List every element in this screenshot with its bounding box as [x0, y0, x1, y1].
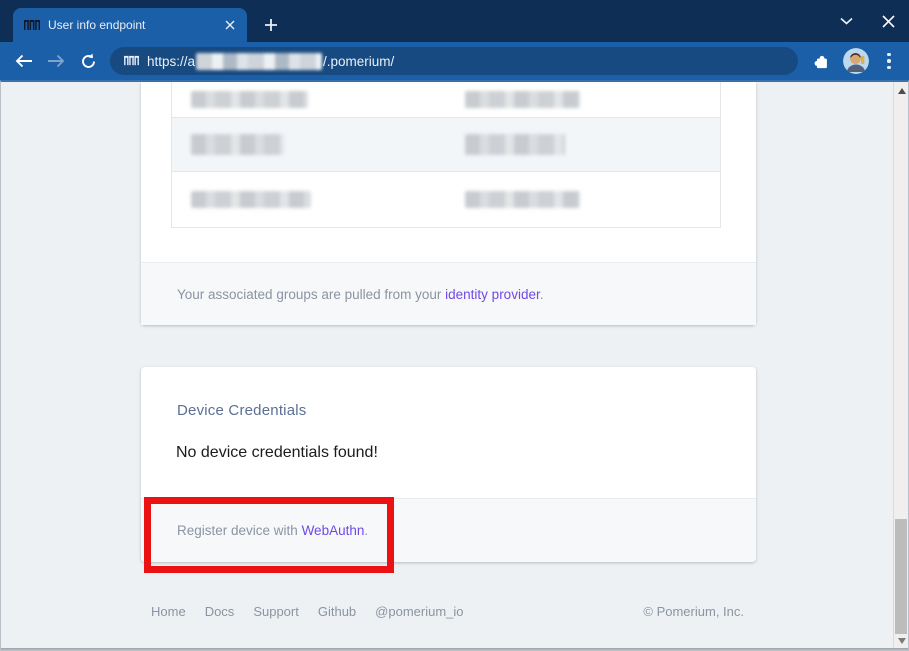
url-text: https://a/.pomerium/	[147, 53, 394, 70]
footer-link-twitter[interactable]: @pomerium_io	[375, 604, 463, 619]
device-card-message: No device credentials found!	[141, 419, 756, 462]
table-row	[172, 118, 720, 172]
kebab-menu-icon[interactable]	[881, 51, 897, 71]
redacted-cell	[191, 191, 311, 208]
redacted-cell	[191, 91, 308, 108]
browser-toolbar: https://a/.pomerium/	[0, 42, 909, 80]
table-row	[172, 172, 720, 227]
card-body-spacer	[141, 228, 756, 262]
profile-avatar[interactable]	[843, 48, 869, 74]
table-cell	[446, 134, 720, 155]
pomerium-favicon-icon	[124, 55, 139, 67]
red-annotation-box	[144, 497, 394, 573]
table-cell	[172, 191, 446, 208]
vertical-scrollbar[interactable]	[893, 82, 908, 651]
groups-card: Your associated groups are pulled from y…	[141, 82, 756, 325]
footer-link-docs[interactable]: Docs	[205, 604, 235, 619]
address-bar[interactable]: https://a/.pomerium/	[110, 47, 798, 75]
page-viewport: Your associated groups are pulled from y…	[0, 80, 909, 651]
reload-icon[interactable]	[76, 49, 100, 73]
table-cell	[446, 191, 720, 208]
device-card-body: Device Credentials No device credentials…	[141, 367, 756, 498]
footer-link-support[interactable]: Support	[253, 604, 299, 619]
redacted-cell	[191, 134, 284, 155]
tab-close-icon[interactable]	[221, 16, 239, 34]
redacted-cell	[465, 91, 580, 108]
back-icon[interactable]	[12, 49, 36, 73]
browser-window: User info endpoint	[0, 0, 909, 651]
forward-icon[interactable]	[44, 49, 68, 73]
claims-table	[171, 82, 721, 228]
groups-footer-text: Your associated groups are pulled from y…	[177, 287, 543, 302]
groups-card-footer: Your associated groups are pulled from y…	[141, 262, 756, 325]
window-close-icon[interactable]	[875, 8, 901, 34]
table-row	[172, 82, 720, 118]
table-cell	[172, 91, 446, 108]
table-cell	[172, 134, 446, 155]
table-cell	[446, 91, 720, 108]
window-controls	[833, 8, 901, 34]
footer-link-github[interactable]: Github	[318, 604, 356, 619]
new-tab-button[interactable]	[259, 13, 283, 37]
scroll-up-arrow-icon[interactable]	[894, 83, 909, 98]
tab-strip: User info endpoint	[0, 0, 909, 42]
redacted-domain	[196, 53, 322, 70]
redacted-cell	[465, 134, 565, 155]
tab-user-info-endpoint[interactable]: User info endpoint	[13, 8, 247, 42]
extensions-puzzle-icon[interactable]	[812, 51, 831, 71]
pomerium-favicon-icon	[24, 19, 40, 32]
footer-link-home[interactable]: Home	[151, 604, 186, 619]
chevron-down-icon[interactable]	[833, 8, 859, 34]
card-gap	[141, 325, 756, 367]
scrollbar-thumb[interactable]	[895, 519, 907, 634]
redacted-cell	[465, 191, 580, 208]
device-card-title: Device Credentials	[141, 367, 756, 419]
page-content: Your associated groups are pulled from y…	[141, 82, 756, 619]
identity-provider-link[interactable]: identity provider	[445, 287, 540, 302]
tab-title: User info endpoint	[48, 18, 213, 32]
copyright-text: © Pomerium, Inc.	[643, 604, 744, 619]
scroll-down-arrow-icon[interactable]	[894, 633, 909, 648]
site-footer: Home Docs Support Github @pomerium_io © …	[141, 604, 756, 619]
